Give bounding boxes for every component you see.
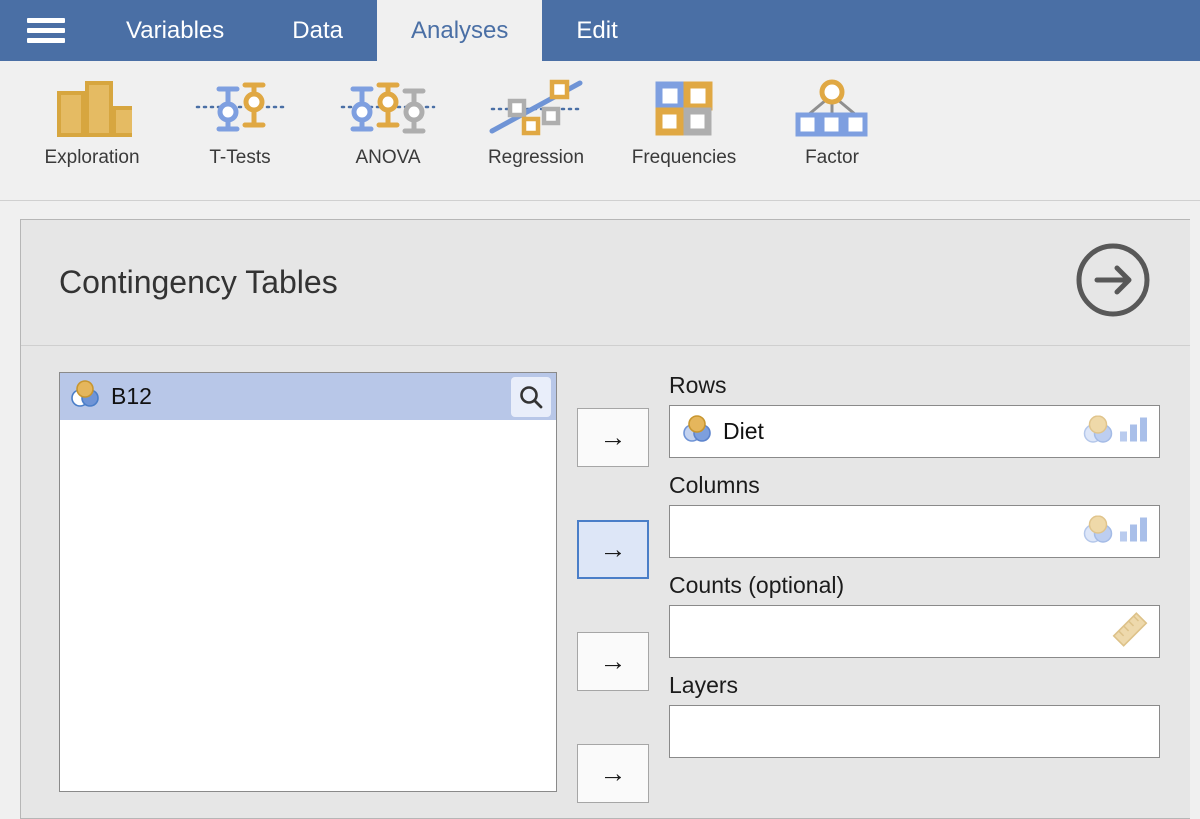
- target-group-layers: Layers: [669, 672, 1160, 758]
- top-tab-bar: Variables Data Analyses Edit: [0, 0, 1200, 61]
- list-item[interactable]: B12: [60, 373, 556, 420]
- nominal-icon: [1082, 515, 1114, 548]
- arrow-right-icon: →: [600, 422, 627, 453]
- target-group-counts: Counts (optional): [669, 572, 1160, 658]
- ribbon-item-ttests-label: T-Tests: [209, 147, 270, 169]
- tab-edit-label: Edit: [576, 17, 617, 45]
- analysis-options-panel: Contingency Tables B12: [20, 219, 1190, 819]
- ribbon-item-frequencies-label: Frequencies: [632, 147, 737, 169]
- permitted-types-rows: [1082, 415, 1149, 448]
- anova-errorbar-icon: [340, 77, 436, 139]
- tab-analyses-label: Analyses: [411, 17, 508, 45]
- ribbon-item-exploration-label: Exploration: [44, 147, 139, 169]
- ribbon-item-factor-label: Factor: [805, 147, 859, 169]
- counts-dropzone[interactable]: [669, 605, 1160, 658]
- target-group-rows: Rows Diet: [669, 372, 1160, 458]
- list-item-label: B12: [111, 383, 511, 410]
- search-icon[interactable]: [511, 377, 551, 417]
- arrow-right-circle-icon[interactable]: [1074, 241, 1152, 324]
- arrow-right-icon: →: [600, 646, 627, 677]
- ribbon-item-regression-label: Regression: [488, 147, 584, 169]
- permitted-types-columns: [1082, 515, 1149, 548]
- analyses-ribbon: Exploration T-Tests: [0, 61, 1200, 201]
- layers-label: Layers: [669, 672, 1160, 699]
- counts-label: Counts (optional): [669, 572, 1160, 599]
- ribbon-item-ttests[interactable]: T-Tests: [166, 61, 314, 169]
- layers-dropzone[interactable]: [669, 705, 1160, 758]
- variable-source-list[interactable]: B12: [59, 372, 557, 792]
- tab-data[interactable]: Data: [258, 0, 377, 61]
- ribbon-item-frequencies[interactable]: Frequencies: [610, 61, 758, 169]
- ttest-errorbar-icon: [195, 77, 285, 139]
- ribbon-item-anova[interactable]: ANOVA: [314, 61, 462, 169]
- arrow-right-icon: →: [600, 758, 627, 789]
- assign-to-layers-button[interactable]: →: [577, 744, 649, 803]
- columns-label: Columns: [669, 472, 1160, 499]
- tab-variables[interactable]: Variables: [92, 0, 258, 61]
- ordinal-icon: [1119, 416, 1149, 447]
- hamburger-menu-button[interactable]: [0, 0, 92, 61]
- transfer-button-column: → → → →: [557, 372, 649, 803]
- assign-to-rows-button[interactable]: →: [577, 408, 649, 467]
- four-squares-icon: [653, 77, 715, 139]
- ribbon-item-regression[interactable]: Regression: [462, 61, 610, 169]
- rows-label: Rows: [669, 372, 1160, 399]
- ribbon-item-factor[interactable]: Factor: [758, 61, 906, 169]
- rows-value: Diet: [723, 418, 764, 445]
- ordinal-icon: [1119, 516, 1149, 547]
- ribbon-item-exploration[interactable]: Exploration: [18, 61, 166, 169]
- permitted-types-counts: [1111, 610, 1149, 653]
- ribbon-item-anova-label: ANOVA: [355, 147, 420, 169]
- bar-chart-icon: [52, 77, 132, 139]
- nominal-icon: [682, 415, 712, 448]
- nominal-icon: [70, 380, 100, 413]
- nominal-icon: [1082, 415, 1114, 448]
- page-title: Contingency Tables: [59, 264, 338, 301]
- rows-dropzone[interactable]: Diet: [669, 405, 1160, 458]
- target-boxes: Rows Diet: [649, 372, 1160, 803]
- scatter-regression-icon: [486, 77, 586, 139]
- arrow-right-icon: →: [600, 534, 627, 565]
- columns-dropzone[interactable]: [669, 505, 1160, 558]
- tab-data-label: Data: [292, 17, 343, 45]
- panel-body: B12 → → → →: [21, 346, 1190, 803]
- tab-edit[interactable]: Edit: [542, 0, 651, 61]
- panel-header: Contingency Tables: [21, 220, 1190, 346]
- hamburger-icon: [27, 13, 65, 48]
- target-group-columns: Columns: [669, 472, 1160, 558]
- continuous-ruler-icon: [1111, 610, 1149, 653]
- factor-tree-icon: [794, 77, 870, 139]
- assign-to-counts-button[interactable]: →: [577, 632, 649, 691]
- tab-variables-label: Variables: [126, 17, 224, 45]
- tab-analyses[interactable]: Analyses: [377, 0, 542, 61]
- assign-to-columns-button[interactable]: →: [577, 520, 649, 579]
